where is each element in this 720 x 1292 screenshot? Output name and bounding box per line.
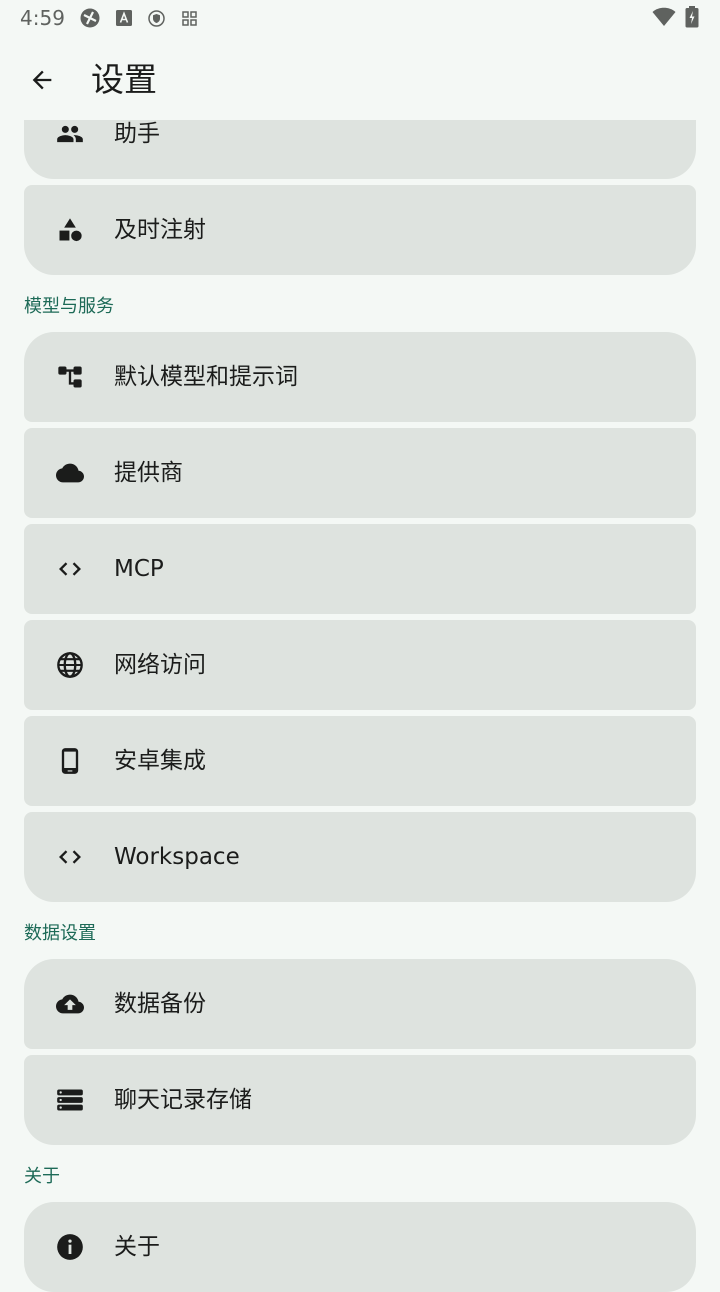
section-header-models: 模型与服务: [24, 296, 114, 317]
settings-item-label: 关于: [114, 1234, 160, 1260]
settings-item-label: 及时注射: [114, 217, 206, 243]
storage-icon: [56, 1086, 84, 1114]
settings-list[interactable]: 助手 及时注射 模型与服务 默认模型和提示词 提供商 MCP 网络访问 安卓集成…: [0, 0, 720, 1292]
code-icon: [56, 555, 84, 583]
settings-item-label: 安卓集成: [114, 748, 206, 774]
settings-item-provider[interactable]: 提供商: [24, 428, 696, 518]
shapes-icon: [56, 216, 84, 244]
section-header-data: 数据设置: [24, 923, 96, 944]
cloud-icon: [56, 459, 84, 487]
code-icon: [56, 843, 84, 871]
hierarchy-icon: [56, 363, 84, 391]
phone-icon: [56, 747, 84, 775]
settings-item-workspace[interactable]: Workspace: [24, 812, 696, 902]
settings-item-network[interactable]: 网络访问: [24, 620, 696, 710]
top-app-bar: 设置: [0, 36, 720, 120]
settings-item-label: 数据备份: [114, 991, 206, 1017]
settings-item-android[interactable]: 安卓集成: [24, 716, 696, 806]
settings-item-about[interactable]: 关于: [24, 1202, 696, 1292]
settings-item-label: 默认模型和提示词: [114, 364, 298, 390]
settings-item-default-model[interactable]: 默认模型和提示词: [24, 332, 696, 422]
settings-item-label: Workspace: [114, 844, 240, 870]
cloud-upload-icon: [56, 990, 84, 1018]
settings-item-label: 网络访问: [114, 652, 206, 678]
page-title: 设置: [91, 60, 157, 99]
section-header-about: 关于: [24, 1166, 60, 1187]
settings-item-label: 提供商: [114, 460, 183, 486]
arrow-left-icon: [28, 66, 56, 94]
settings-item-label: 聊天记录存储: [114, 1087, 252, 1113]
people-icon: [56, 120, 84, 148]
settings-item-chat-storage[interactable]: 聊天记录存储: [24, 1055, 696, 1145]
globe-icon: [56, 651, 84, 679]
info-icon: [56, 1233, 84, 1261]
settings-item-label: 助手: [114, 121, 160, 147]
settings-item-injection[interactable]: 及时注射: [24, 185, 696, 275]
settings-item-mcp[interactable]: MCP: [24, 524, 696, 614]
settings-item-backup[interactable]: 数据备份: [24, 959, 696, 1049]
settings-item-label: MCP: [114, 556, 164, 582]
back-button[interactable]: [18, 56, 66, 104]
